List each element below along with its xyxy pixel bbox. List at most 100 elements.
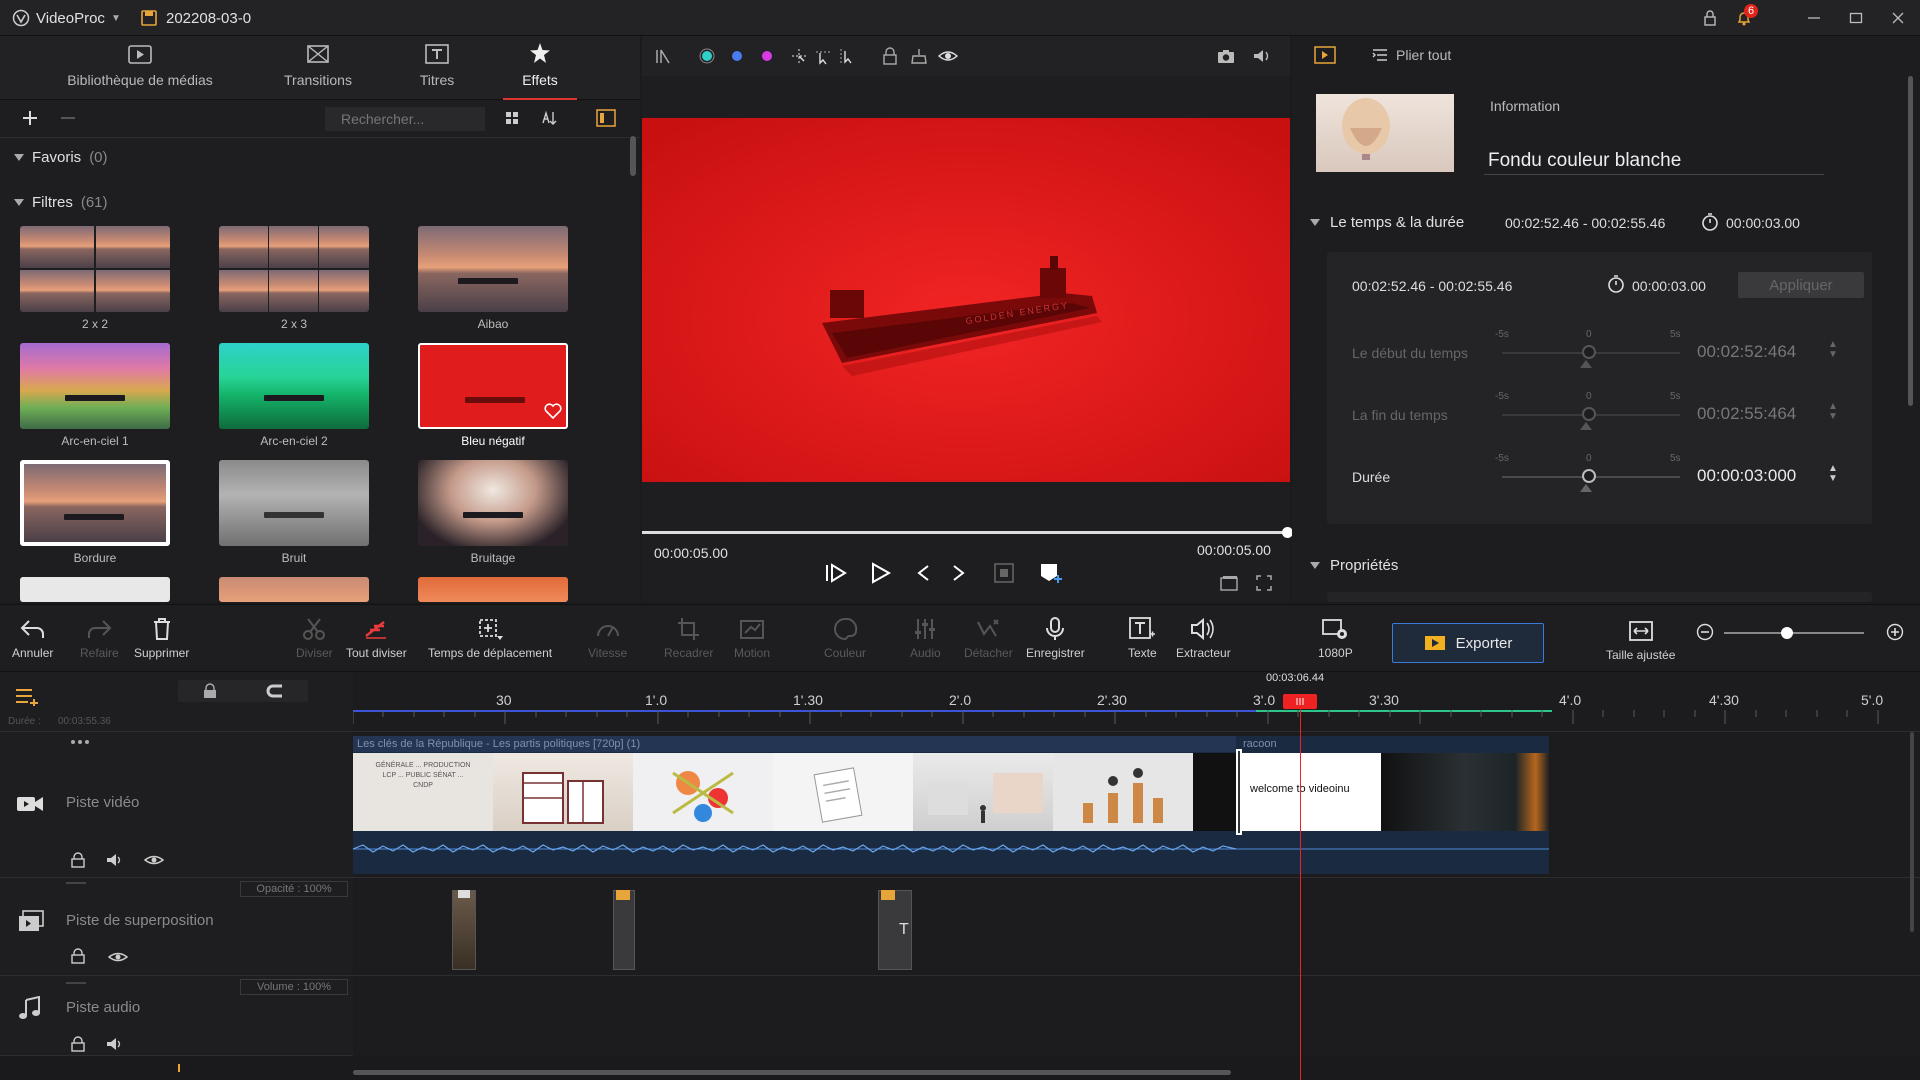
volume-pill[interactable]: Volume : 100% <box>240 979 348 995</box>
effect-thumb-rainbow-1[interactable] <box>20 343 170 429</box>
lock-icon[interactable] <box>203 683 217 699</box>
split-button[interactable]: Diviser <box>296 616 333 660</box>
stepper-arrows[interactable]: ▲ ▼ <box>1828 464 1838 484</box>
next-frame-icon[interactable] <box>948 563 968 583</box>
preview-seek-bar[interactable] <box>642 531 1290 534</box>
search-input[interactable] <box>325 107 485 131</box>
timeline-horizontal-scrollbar[interactable] <box>353 1070 1231 1075</box>
add-marker-icon[interactable] <box>1038 561 1064 585</box>
color-dot-cyan-icon[interactable] <box>698 47 716 65</box>
play-from-start-icon[interactable] <box>824 561 848 585</box>
select-pointer-icon[interactable] <box>814 47 832 65</box>
effect-thumb-2x2[interactable] <box>20 226 170 312</box>
add-button[interactable] <box>20 108 40 128</box>
end-time-slider-knob[interactable] <box>1582 407 1596 421</box>
eye-icon[interactable] <box>144 853 164 867</box>
effect-thumb-partial[interactable] <box>219 577 369 602</box>
start-time-slider-knob[interactable] <box>1582 345 1596 359</box>
export-button[interactable]: Exporter <box>1392 623 1544 663</box>
detach-button[interactable]: Détacher <box>964 616 1013 660</box>
undo-button[interactable]: Annuler <box>12 616 53 660</box>
app-menu[interactable]: VideoProc ▼ <box>12 9 121 27</box>
color-button[interactable]: Couleur <box>824 616 866 660</box>
text-button[interactable]: Texte <box>1128 616 1157 660</box>
grid-view-button[interactable] <box>504 110 520 126</box>
zoom-slider[interactable] <box>1724 632 1864 634</box>
select-area-icon[interactable] <box>790 47 808 65</box>
magnet-icon[interactable] <box>266 684 284 698</box>
lock-icon[interactable] <box>71 948 85 964</box>
start-time-input[interactable]: 00:02:52:464 <box>1697 342 1796 362</box>
eye-icon[interactable] <box>938 47 958 65</box>
project-name[interactable]: 202208-03-0 <box>140 9 251 27</box>
tab-effects[interactable]: Effets <box>503 42 577 100</box>
duration-input[interactable]: 00:00:03:000 <box>1697 466 1796 486</box>
compare-icon[interactable] <box>654 47 672 65</box>
opacity-pill[interactable]: Opacité : 100% <box>240 881 348 897</box>
fit-size-button[interactable]: Taille ajustée <box>1606 618 1675 662</box>
effect-thumb-2x3[interactable] <box>219 226 369 312</box>
effects-scrollbar[interactable] <box>630 136 636 176</box>
sort-button[interactable] <box>540 109 558 127</box>
zoom-out-icon[interactable] <box>1696 623 1714 641</box>
overlay-clip-image[interactable] <box>452 890 476 970</box>
snapshot-icon[interactable] <box>1216 47 1236 65</box>
volume-icon[interactable] <box>1252 47 1272 65</box>
effect-thumb-partial[interactable] <box>418 577 568 602</box>
panel-toggle-button[interactable] <box>596 109 616 127</box>
time-ruler[interactable]: 00:03:06.44 30 1'.0 1'.30 2'.0 2'.30 3'.… <box>353 672 1920 732</box>
effect-thumb-aibao[interactable] <box>418 226 568 312</box>
effect-thumb-noise[interactable] <box>219 460 369 546</box>
audio-track-lane[interactable] <box>353 976 1920 1056</box>
crop-frame-icon[interactable] <box>992 561 1016 585</box>
duration-slider-knob[interactable] <box>1582 469 1596 483</box>
heart-icon[interactable] <box>544 403 562 419</box>
add-track-icon[interactable] <box>14 686 42 706</box>
video-clip[interactable]: Les clés de la République - Les partis p… <box>353 736 1549 874</box>
delete-button[interactable]: Supprimer <box>134 616 189 660</box>
motion-button[interactable]: Motion <box>734 616 770 660</box>
lock-icon[interactable] <box>71 852 85 868</box>
drag-grip[interactable] <box>66 882 86 884</box>
favorites-section[interactable]: Favoris (0) <box>14 149 108 166</box>
audio-button[interactable]: Audio <box>910 616 941 660</box>
color-dot-blue-icon[interactable] <box>729 48 745 64</box>
end-time-input[interactable]: 00:02:55:464 <box>1697 404 1796 424</box>
zoom-slider-knob[interactable] <box>1781 627 1793 639</box>
lock-button[interactable] <box>1696 6 1724 30</box>
split-all-button[interactable]: Tout diviser <box>346 616 407 660</box>
lock-icon[interactable] <box>71 1036 85 1052</box>
overlay-clip-text[interactable]: T <box>878 890 912 970</box>
effect-thumb-rainbow-2[interactable] <box>219 343 369 429</box>
eye-icon[interactable] <box>108 950 128 964</box>
apply-button[interactable]: Appliquer <box>1738 272 1864 298</box>
video-preview[interactable]: GOLDEN ENERGY <box>642 118 1290 482</box>
lock-icon[interactable] <box>882 47 898 65</box>
effect-thumb-border[interactable] <box>20 460 170 546</box>
prev-frame-icon[interactable] <box>914 563 934 583</box>
pointer-icon[interactable] <box>838 47 856 65</box>
effect-thumb-noise-blur[interactable] <box>418 460 568 546</box>
brush-icon[interactable] <box>910 47 928 65</box>
record-button[interactable]: Enregistrer <box>1026 616 1085 660</box>
playhead-handle[interactable] <box>1283 694 1317 709</box>
volume-icon[interactable] <box>106 852 124 868</box>
properties-section[interactable]: Propriétés <box>1310 557 1398 574</box>
remove-button[interactable] <box>58 108 78 128</box>
timeline-vertical-scrollbar[interactable] <box>1910 732 1914 932</box>
move-time-button[interactable]: Temps de déplacement <box>428 616 552 660</box>
close-button[interactable] <box>1884 6 1912 30</box>
pip-icon[interactable] <box>1220 575 1238 591</box>
volume-icon[interactable] <box>106 1036 124 1052</box>
notification-button[interactable]: 6 <box>1730 4 1759 30</box>
overlay-track-lane[interactable] <box>353 878 1920 976</box>
more-options-icon[interactable] <box>70 738 90 746</box>
stepper-arrows[interactable]: ▲ ▼ <box>1828 340 1838 360</box>
stepper-arrows[interactable]: ▲ ▼ <box>1828 402 1838 422</box>
effect-thumb-partial[interactable] <box>20 577 170 602</box>
speed-button[interactable]: Vitesse <box>588 616 627 660</box>
properties-scrollbar[interactable] <box>1908 76 1913 406</box>
panel-collapse-icon[interactable] <box>1314 46 1336 64</box>
maximize-button[interactable] <box>1842 6 1870 30</box>
tab-media-library[interactable]: Bibliothèque de médias <box>60 42 220 100</box>
